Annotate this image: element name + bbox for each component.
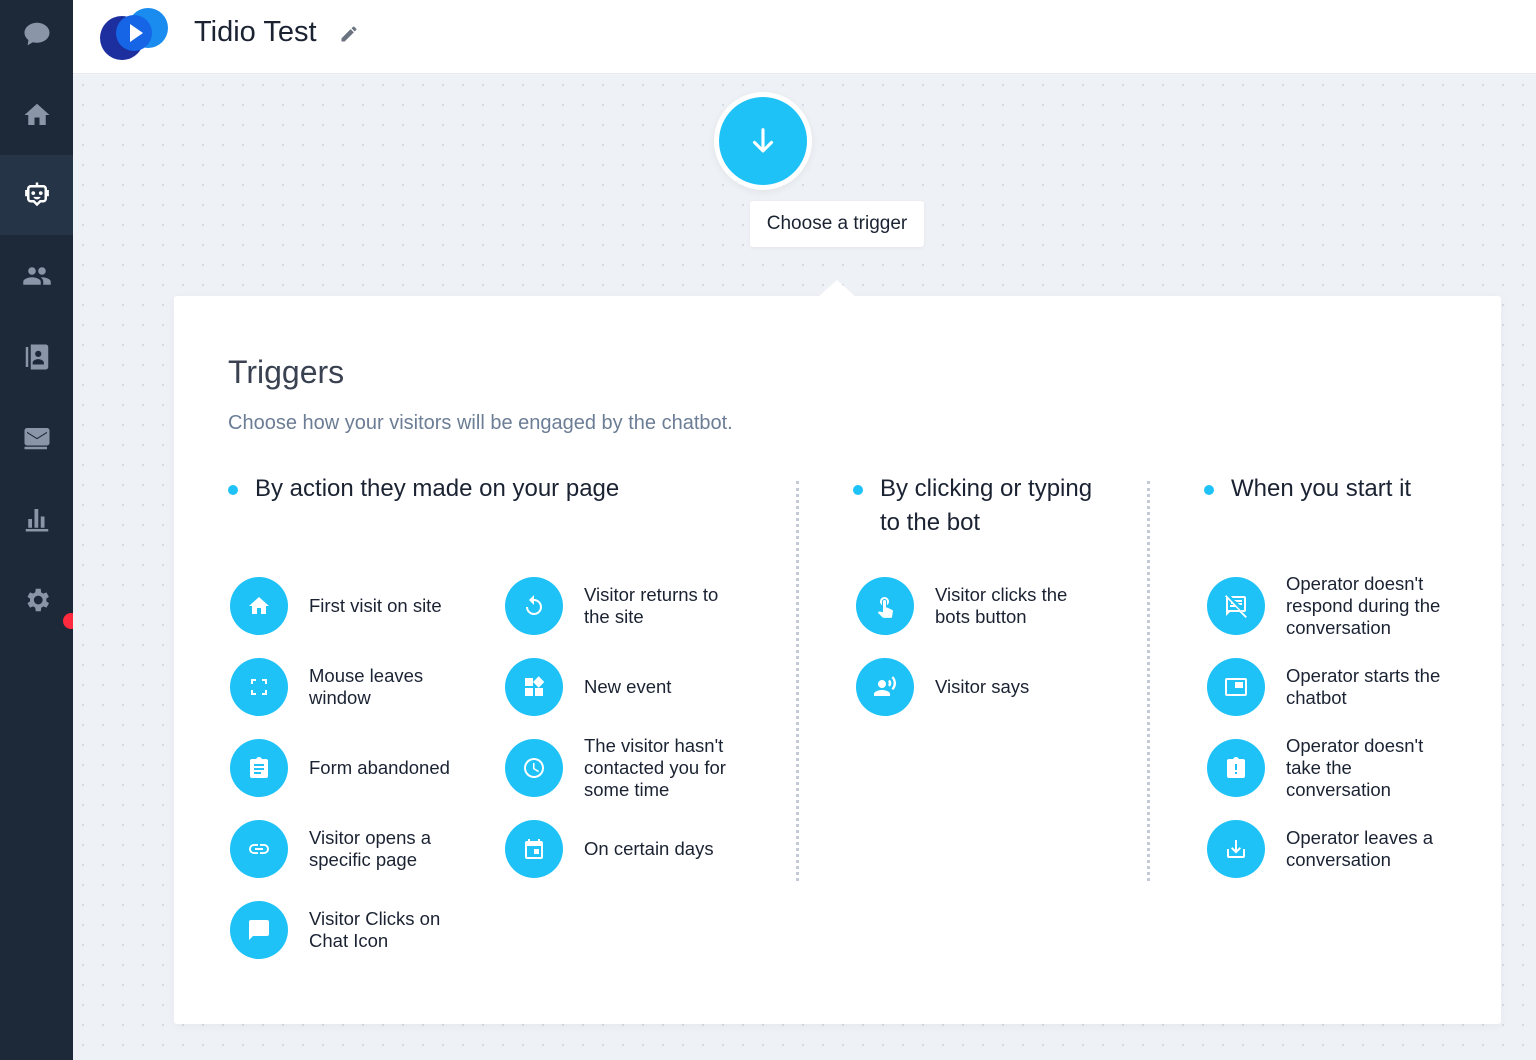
sidebar-item-settings[interactable] bbox=[0, 560, 73, 640]
sidebar-item-mailing[interactable] bbox=[0, 398, 73, 478]
no-reply-icon bbox=[1225, 595, 1247, 618]
home-icon bbox=[249, 597, 269, 614]
clock-icon bbox=[524, 758, 544, 778]
home-icon bbox=[24, 103, 49, 125]
voice-icon bbox=[874, 676, 897, 696]
section-heading-bot-interaction: By clicking or typing to the bot bbox=[853, 472, 1092, 540]
link-icon bbox=[249, 844, 269, 854]
triggers-panel: Triggers Choose how your visitors will b… bbox=[174, 280, 1501, 1024]
trigger-operator-starts[interactable]: Operator starts the chatbot bbox=[1207, 658, 1456, 716]
app-title: Tidio Test bbox=[194, 16, 317, 48]
sidebar bbox=[0, 0, 73, 1060]
download-tray-icon bbox=[1227, 840, 1245, 858]
tidio-logo bbox=[100, 8, 168, 60]
section-heading-page-actions: By action they made on your page bbox=[228, 472, 619, 506]
trigger-opens-page[interactable]: Visitor opens a specific page bbox=[230, 820, 459, 878]
bar-chart-icon bbox=[25, 509, 48, 532]
return-icon bbox=[526, 595, 542, 615]
gear-icon bbox=[27, 588, 49, 612]
trigger-form-abandoned[interactable]: Form abandoned bbox=[230, 739, 450, 797]
trigger-operator-no-take[interactable]: Operator doesn't take the conversation bbox=[1207, 735, 1436, 800]
trigger-mouse-leaves[interactable]: Mouse leaves window bbox=[230, 658, 449, 716]
trigger-operator-no-respond[interactable]: Operator doesn't respond during the conv… bbox=[1207, 573, 1456, 638]
bullet-dot bbox=[1204, 485, 1214, 495]
window-icon bbox=[1225, 678, 1247, 696]
trigger-node-circle[interactable] bbox=[719, 97, 807, 185]
contacts-icon bbox=[25, 344, 48, 370]
clipboard-icon bbox=[250, 757, 268, 778]
chat-bubble-icon bbox=[24, 22, 49, 46]
trigger-no-contact-time[interactable]: The visitor hasn't contacted you for som… bbox=[505, 735, 744, 800]
column-divider bbox=[1147, 481, 1150, 881]
trigger-clicks-chat-icon[interactable]: Visitor Clicks on Chat Icon bbox=[230, 901, 459, 959]
section-heading-manual-start: When you start it bbox=[1204, 472, 1411, 506]
widgets-icon bbox=[525, 676, 545, 696]
trigger-node[interactable] bbox=[714, 92, 812, 190]
mail-icon bbox=[24, 428, 49, 450]
trigger-new-event[interactable]: New event bbox=[505, 658, 671, 716]
sidebar-item-analytics[interactable] bbox=[0, 479, 73, 559]
column-divider bbox=[796, 481, 799, 881]
fullscreen-icon bbox=[251, 679, 267, 695]
trigger-visitor-says[interactable]: Visitor says bbox=[856, 658, 1029, 716]
pencil-icon[interactable] bbox=[339, 24, 359, 44]
bullet-dot bbox=[228, 485, 238, 495]
arrow-down-icon bbox=[752, 128, 774, 153]
sidebar-item-contacts[interactable] bbox=[0, 317, 73, 397]
people-icon bbox=[22, 267, 51, 285]
trigger-visitor-returns[interactable]: Visitor returns to the site bbox=[505, 577, 734, 635]
calendar-icon bbox=[525, 839, 543, 859]
choose-trigger-button[interactable]: Choose a trigger bbox=[750, 201, 924, 247]
bullet-dot bbox=[853, 485, 863, 495]
chat-bubble-icon bbox=[249, 920, 269, 940]
sidebar-item-home[interactable] bbox=[0, 75, 73, 155]
trigger-first-visit[interactable]: First visit on site bbox=[230, 577, 442, 635]
trigger-clicks-bots-button[interactable]: Visitor clicks the bots button bbox=[856, 577, 1085, 635]
sidebar-item-visitors[interactable] bbox=[0, 236, 73, 316]
panel-subtitle: Choose how your visitors will be engaged… bbox=[228, 412, 733, 434]
tap-icon bbox=[877, 597, 893, 618]
panel-title: Triggers bbox=[228, 354, 345, 390]
bot-icon bbox=[24, 182, 49, 207]
sidebar-item-bots[interactable] bbox=[0, 155, 73, 235]
header: Tidio Test bbox=[73, 0, 1536, 74]
trigger-operator-leaves[interactable]: Operator leaves a conversation bbox=[1207, 820, 1446, 878]
trigger-certain-days[interactable]: On certain days bbox=[505, 820, 714, 878]
alert-clipboard-icon bbox=[1227, 757, 1245, 778]
panel-pointer bbox=[818, 280, 856, 297]
sidebar-item-chat[interactable] bbox=[0, 0, 73, 74]
